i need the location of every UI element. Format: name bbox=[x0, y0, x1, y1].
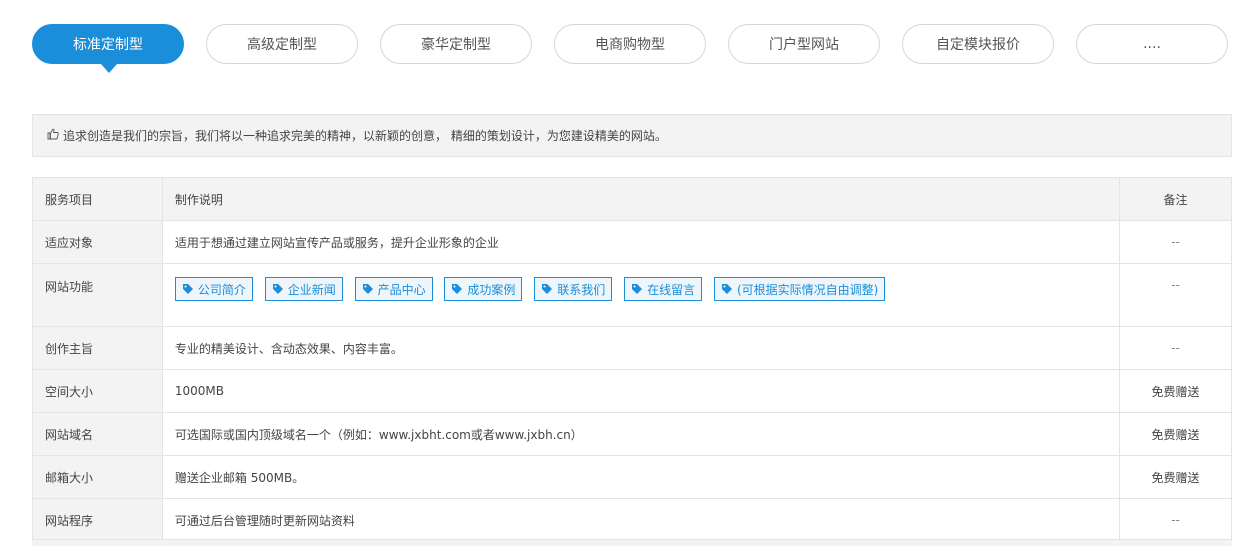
row-item-label: 网站功能 bbox=[32, 263, 163, 327]
feature-tag[interactable]: 企业新闻 bbox=[264, 277, 343, 301]
row-description: 专业的精美设计、含动态效果、内容丰富。 bbox=[161, 326, 1121, 370]
row-item-label: 邮箱大小 bbox=[32, 455, 163, 499]
table-row: 空间大小 1000MB 免费赠送 bbox=[32, 369, 1232, 413]
tag-icon bbox=[632, 284, 643, 294]
row-description: 1000MB bbox=[161, 369, 1121, 413]
row-item-label: 创作主旨 bbox=[32, 326, 163, 370]
row-note: -- bbox=[1119, 498, 1232, 542]
feature-tag[interactable]: (可根据实际情况自由调整) bbox=[713, 277, 886, 301]
table-row-features: 网站功能 公司简介 企业新闻 产品中心 成功案例 联系我们 在线留言 (可根据实… bbox=[32, 263, 1232, 327]
slogan-notice: 追求创造是我们的宗旨，我们将以一种追求完美的精神，以新颖的创意， 精细的策划设计… bbox=[32, 114, 1232, 157]
tag-icon bbox=[721, 284, 732, 294]
header-note: 备注 bbox=[1119, 177, 1232, 221]
table-row: 网站程序 可通过后台管理随时更新网站资料 -- bbox=[32, 498, 1232, 542]
tab-more[interactable]: .... bbox=[1076, 24, 1228, 64]
row-item-label: 空间大小 bbox=[32, 369, 163, 413]
table-row: 网站域名 可选国际或国内顶级域名一个（例如：www.jxbht.com或者www… bbox=[32, 412, 1232, 456]
feature-tag[interactable]: 联系我们 bbox=[534, 277, 613, 301]
feature-tag[interactable]: 成功案例 bbox=[444, 277, 523, 301]
thumbs-up-icon bbox=[47, 128, 59, 143]
tab-portal[interactable]: 门户型网站 bbox=[728, 24, 880, 64]
row-note: 免费赠送 bbox=[1119, 369, 1232, 413]
row-note: 免费赠送 bbox=[1119, 455, 1232, 499]
feature-tag[interactable]: 在线留言 bbox=[624, 277, 703, 301]
row-description: 适用于想通过建立网站宣传产品或服务，提升企业形象的企业 bbox=[161, 220, 1121, 264]
row-note: -- bbox=[1119, 263, 1232, 327]
feature-tag[interactable]: 公司简介 bbox=[174, 277, 253, 301]
row-description: 赠送企业邮箱 500MB。 bbox=[161, 455, 1121, 499]
row-description: 可通过后台管理随时更新网站资料 bbox=[161, 498, 1121, 542]
tag-icon bbox=[272, 284, 283, 294]
table-row: 邮箱大小 赠送企业邮箱 500MB。 免费赠送 bbox=[32, 455, 1232, 499]
header-description: 制作说明 bbox=[161, 177, 1121, 221]
service-table: 服务项目 制作说明 备注 适应对象 适用于想通过建立网站宣传产品或服务，提升企业… bbox=[32, 177, 1232, 542]
tag-icon bbox=[542, 284, 553, 294]
row-item-label: 网站域名 bbox=[32, 412, 163, 456]
table-header-row: 服务项目 制作说明 备注 bbox=[32, 177, 1232, 221]
table-row: 适应对象 适用于想通过建立网站宣传产品或服务，提升企业形象的企业 -- bbox=[32, 220, 1232, 264]
row-item-label: 适应对象 bbox=[32, 220, 163, 264]
feature-tag[interactable]: 产品中心 bbox=[354, 277, 433, 301]
tab-luxury-custom[interactable]: 豪华定制型 bbox=[380, 24, 532, 64]
active-tab-pointer bbox=[101, 64, 117, 73]
tab-custom-module-quote[interactable]: 自定模块报价 bbox=[902, 24, 1054, 64]
row-item-label: 网站程序 bbox=[32, 498, 163, 542]
tag-icon bbox=[452, 284, 463, 294]
row-note: -- bbox=[1119, 326, 1232, 370]
tag-icon bbox=[362, 284, 373, 294]
feature-tags: 公司简介 企业新闻 产品中心 成功案例 联系我们 在线留言 (可根据实际情况自由… bbox=[161, 263, 1121, 327]
tag-icon bbox=[182, 284, 193, 294]
row-description: 可选国际或国内顶级域名一个（例如：www.jxbht.com或者www.jxbh… bbox=[161, 412, 1121, 456]
tab-advanced-custom[interactable]: 高级定制型 bbox=[206, 24, 358, 64]
notice-text: 追求创造是我们的宗旨，我们将以一种追求完美的精神，以新颖的创意， 精细的策划设计… bbox=[63, 129, 667, 143]
row-note: -- bbox=[1119, 220, 1232, 264]
tab-ecommerce[interactable]: 电商购物型 bbox=[554, 24, 706, 64]
table-row: 创作主旨 专业的精美设计、含动态效果、内容丰富。 -- bbox=[32, 326, 1232, 370]
tab-standard-custom[interactable]: 标准定制型 bbox=[32, 24, 184, 64]
header-service-item: 服务项目 bbox=[32, 177, 163, 221]
row-note: 免费赠送 bbox=[1119, 412, 1232, 456]
package-tabs: 标准定制型 高级定制型 豪华定制型 电商购物型 门户型网站 自定模块报价 ...… bbox=[32, 24, 1232, 76]
